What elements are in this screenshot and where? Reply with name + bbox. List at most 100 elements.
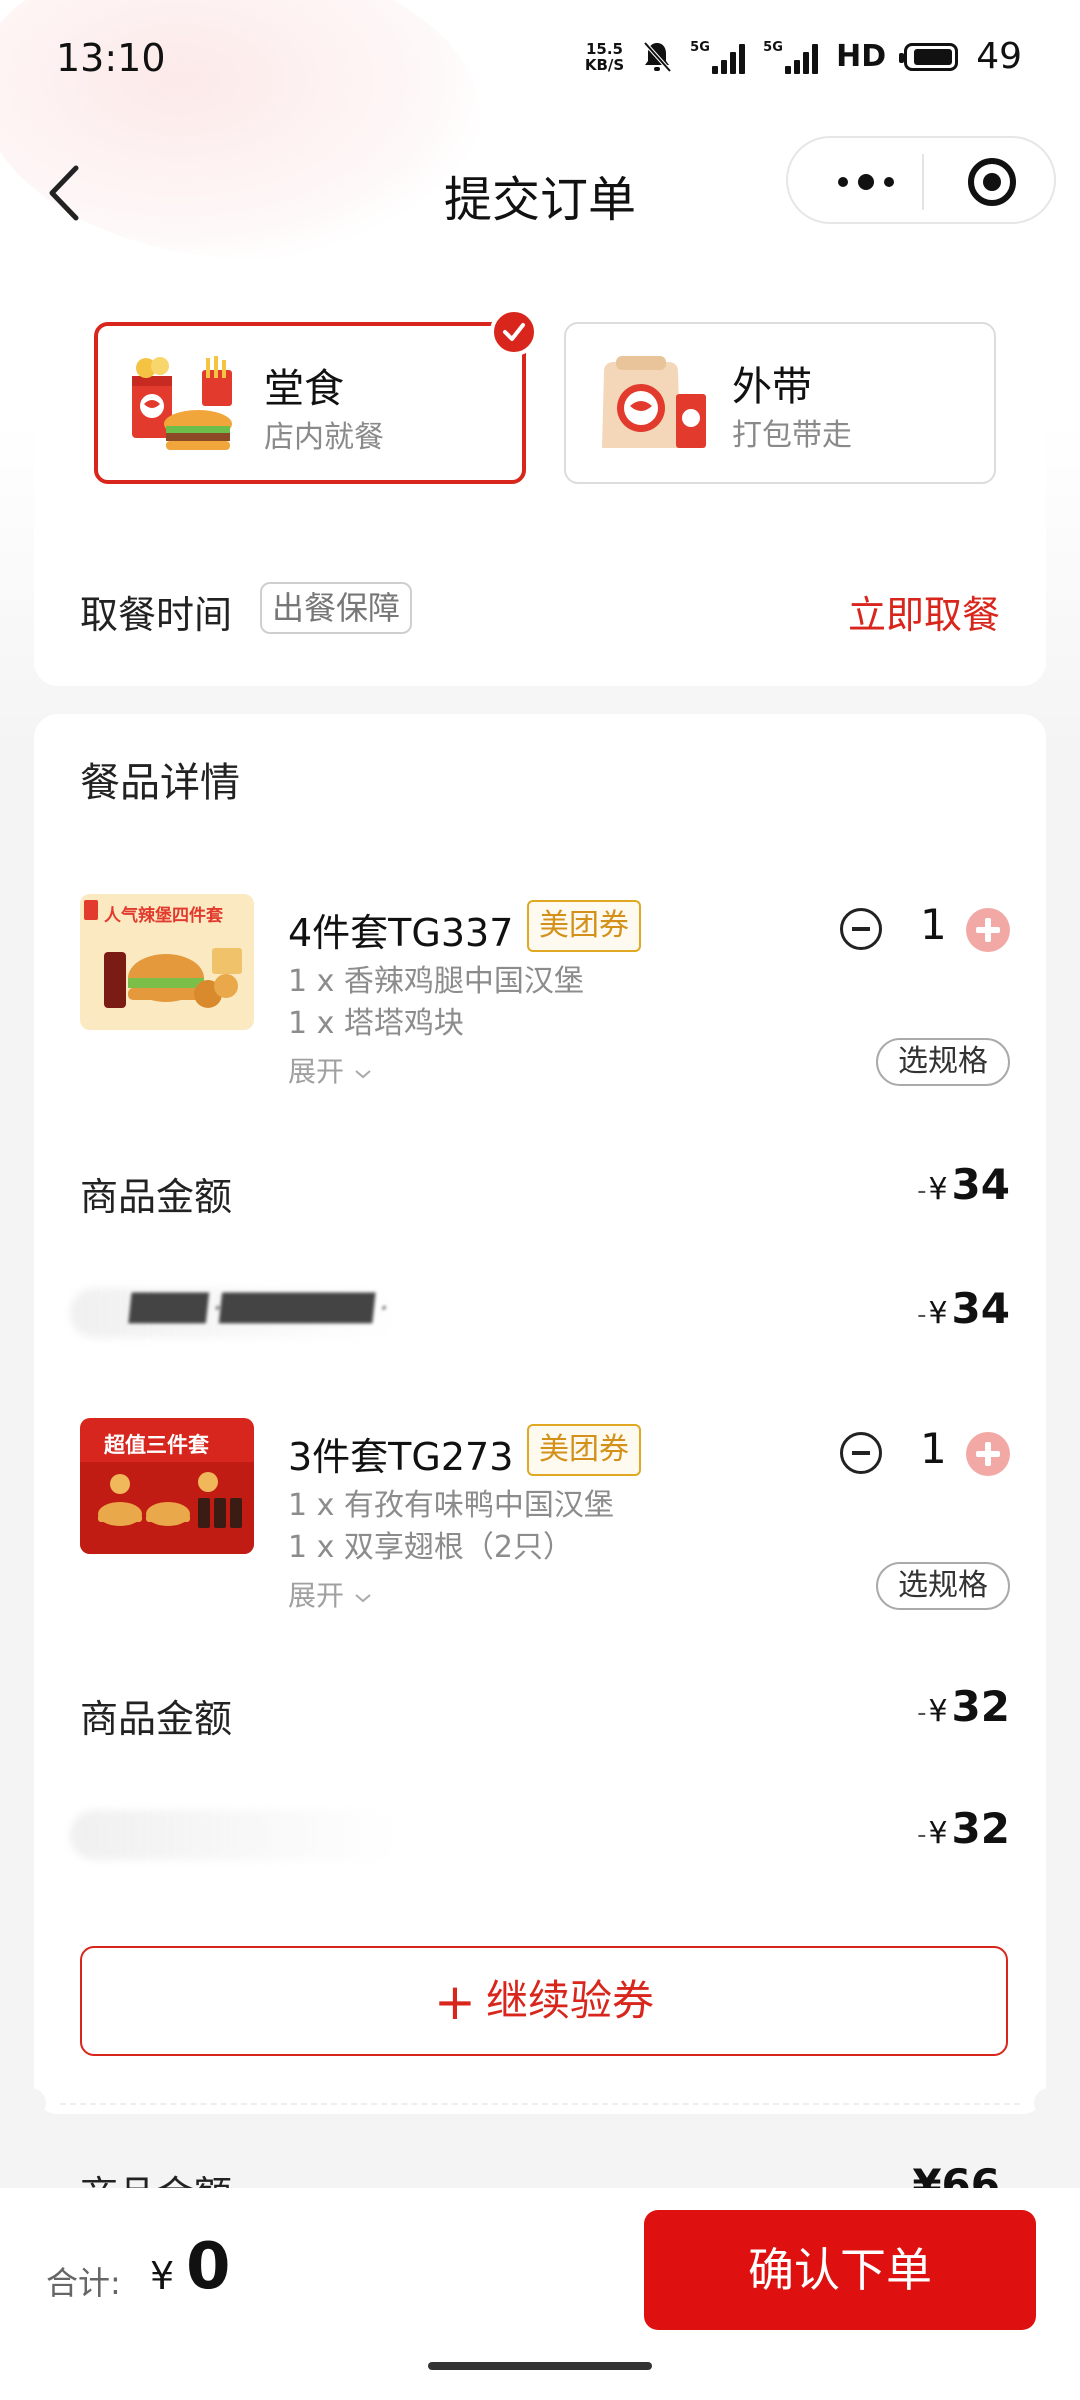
hd-label: HD [836,39,887,74]
order-mode-card: 堂食 店内就餐 外带 打包带走 取餐时间 出餐保障 立即取餐 [34,290,1046,686]
home-indicator[interactable] [428,2362,652,2370]
decrease-button[interactable] [840,1432,882,1474]
network-speed-unit: KB/S [584,55,625,74]
mute-bell-icon [643,41,672,72]
quantity-stepper: 1 [840,1422,1010,1482]
item-name: 4件套TG337 [288,911,514,955]
item-name: 3件套TG273 [288,1435,514,1479]
select-spec-button[interactable]: 选规格 [876,1038,1010,1086]
chevron-down-icon [355,1594,371,1603]
currency-symbol: ¥ [928,1816,948,1851]
item-amount-row: 商品金额 - ¥ 34 [80,1160,1010,1220]
takeaway-subtitle: 打包带走 [732,418,852,453]
increase-button[interactable] [966,1432,1010,1476]
decrease-button[interactable] [840,908,882,950]
takeaway-title: 外带 [732,364,812,410]
status-time: 13:10 [56,36,166,80]
plus-icon: + [434,1973,476,2031]
dine-in-subtitle: 店内就餐 [264,420,384,455]
total-amount: 0 [186,2230,231,2304]
item-image-caption: 超值三件套 [104,1433,209,1457]
more-icon[interactable] [826,168,906,196]
item-component: 1 x 有孜有味鸭中国汉堡 [288,1488,614,1523]
increase-button[interactable] [966,908,1010,952]
confirm-order-button[interactable]: 确认下单 [644,2210,1036,2330]
expand-toggle[interactable]: 展开 [288,1050,373,1090]
network-speed-value: 15.5 [585,39,623,58]
network-speed: 15.5 KB/S [585,41,624,73]
pickup-time-label: 取餐时间 [80,593,233,637]
amount-label: 商品金额 [80,1175,233,1219]
signal-label: 5G [690,39,710,55]
expand-label: 展开 [288,1579,345,1612]
currency-symbol: ¥ [928,1296,948,1331]
ticket-notch-left [22,2088,46,2118]
item-component: 1 x 塔塔鸡块 [288,1006,464,1041]
currency-symbol: ¥ [928,1694,948,1729]
checkout-bar: 合计: ¥ 0 确认下单 [0,2188,1080,2400]
continue-verify-coupon-button[interactable]: + 继续验券 [80,1946,1008,2056]
divider [60,2103,1020,2105]
battery-level: 49 [976,36,1022,77]
item-image-caption: 人气辣堡四件套 [104,905,224,926]
amount-number: 34 [951,1160,1010,1209]
total-currency: ¥ [150,2254,175,2298]
signal-icon: 5G [690,39,746,74]
signal-icon: 5G [763,39,819,74]
mini-program-capsule [786,136,1056,224]
quantity-value: 1 [920,900,947,949]
list-item: 超值三件套 3件套TG273 美团券 1 x 有孜有味鸭中国汉堡 1 x 双享翅… [80,1418,1010,1612]
dine-in-option[interactable]: 堂食 店内就餐 [94,308,538,484]
item-component: 1 x 双享翅根（2只） [288,1530,573,1565]
total-label: 合计: [46,2264,121,2302]
item-image: 人气辣堡四件套 [80,894,254,1030]
discount-number: 34 [951,1284,1010,1333]
meituan-coupon-tag: 美团券 [527,1424,641,1476]
continue-verify-label: 继续验券 [485,1976,654,2025]
expand-toggle[interactable]: 展开 [288,1574,373,1614]
amount-prefix: - [917,1300,927,1330]
target-icon[interactable] [968,158,1016,206]
selected-check-icon [490,308,538,356]
section-title: 餐品详情 [80,760,240,806]
dine-in-title: 堂食 [264,366,344,412]
amount-number: 32 [951,1682,1010,1731]
coupon-discount-row: - ¥ 32 [70,1804,1010,1864]
blurred-coupon-text [70,1810,400,1860]
ticket-notch-right [1034,2088,1058,2118]
pickup-time-row[interactable]: 取餐时间 出餐保障 立即取餐 [80,582,1000,642]
pickup-now-option[interactable]: 立即取餐 [848,584,1000,639]
amount-label: 商品金额 [80,1697,233,1741]
amount-value: - ¥ 32 [917,1682,1010,1731]
chevron-down-icon [355,1070,371,1079]
quantity-stepper: 1 [840,898,1010,958]
expand-label: 展开 [288,1055,345,1088]
status-icons: 15.5 KB/S 5G 5G HD 49 [585,36,1022,77]
item-image: 超值三件套 [80,1418,254,1554]
select-spec-button[interactable]: 选规格 [876,1562,1010,1610]
meal-details-card: 餐品详情 人气辣堡四件套 4件套TG337 美团券 1 x 香辣鸡腿中国汉堡 1… [34,714,1046,2114]
discount-number: 32 [951,1804,1010,1853]
takeaway-option[interactable]: 外带 打包带走 [564,322,996,484]
item-amount-row: 商品金额 - ¥ 32 [80,1682,1010,1742]
battery-icon [899,42,959,71]
discount-value: - ¥ 34 [917,1284,1010,1333]
capsule-divider [922,154,924,210]
takeaway-bag-icon [602,356,706,448]
coupon-discount-row: ████ ·████████ · - ¥ 34 [70,1284,1010,1344]
currency-symbol: ¥ [928,1172,948,1207]
meituan-coupon-tag: 美团券 [527,900,641,952]
amount-prefix: - [917,1176,927,1206]
pickup-guarantee-tag: 出餐保障 [260,582,413,634]
quantity-value: 1 [920,1424,947,1473]
discount-value: - ¥ 32 [917,1804,1010,1853]
list-item: 人气辣堡四件套 4件套TG337 美团券 1 x 香辣鸡腿中国汉堡 1 x 塔塔… [80,894,1010,1088]
status-bar: 13:10 15.5 KB/S 5G 5G HD 49 [0,0,1080,126]
amount-prefix: - [917,1820,927,1850]
amount-value: - ¥ 34 [917,1160,1010,1209]
blurred-coupon-label: ████ ·████████ · [128,1294,389,1324]
amount-prefix: - [917,1698,927,1728]
dine-in-meal-icon [132,356,232,450]
item-component: 1 x 香辣鸡腿中国汉堡 [288,964,584,999]
signal-label: 5G [763,39,783,55]
